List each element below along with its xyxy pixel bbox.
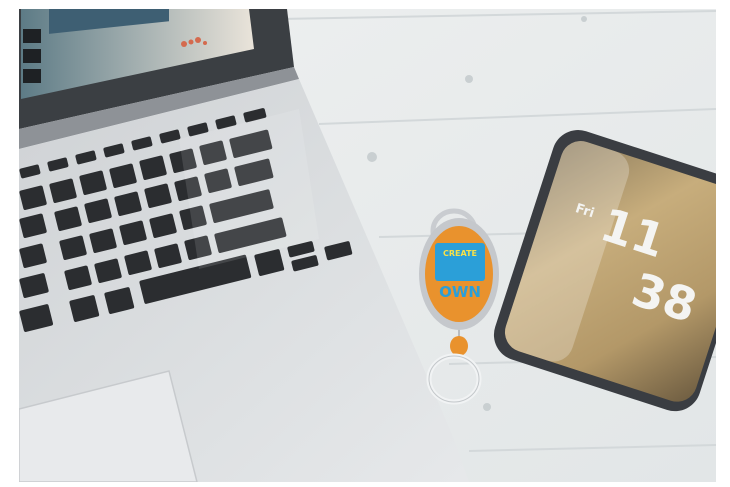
photo: Fri 11 38 CREATE OWN [19, 9, 716, 482]
badge-line1: CREATE [443, 249, 477, 258]
desk-scene: Fri 11 38 CREATE OWN [19, 9, 716, 482]
badge-line3: OWN [439, 283, 481, 301]
